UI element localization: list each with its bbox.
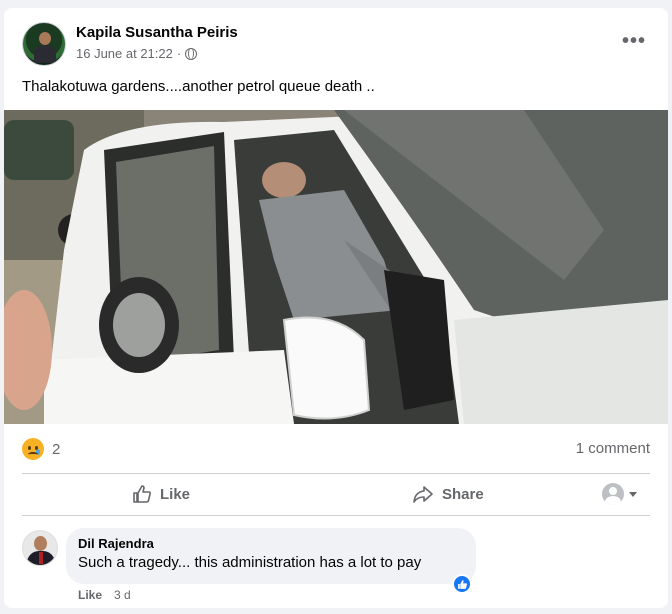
thumbs-up-icon bbox=[133, 485, 151, 503]
author-name[interactable]: Kapila Susantha Peiris bbox=[76, 24, 238, 41]
post-meta: 16 June at 21:22 · bbox=[76, 46, 198, 61]
commenter-avatar[interactable] bbox=[22, 530, 58, 566]
comment-meta: Like 3 d bbox=[78, 588, 131, 602]
divider bbox=[22, 515, 650, 516]
share-button[interactable]: Share bbox=[412, 474, 484, 514]
post-card: Kapila Susantha Peiris 16 June at 21:22 … bbox=[4, 8, 668, 608]
author-avatar[interactable] bbox=[22, 22, 66, 66]
reactions-summary[interactable]: 2 bbox=[22, 438, 60, 460]
reaction-count: 2 bbox=[52, 440, 61, 458]
share-icon bbox=[413, 486, 433, 503]
comment-like-link[interactable]: Like bbox=[78, 588, 102, 602]
chevron-down-icon bbox=[629, 491, 637, 497]
profile-avatar-icon bbox=[602, 483, 624, 505]
comment-text: Such a tragedy... this administration ha… bbox=[78, 554, 422, 571]
like-reaction-icon[interactable] bbox=[452, 574, 472, 594]
comment-count[interactable]: 1 comment bbox=[576, 440, 650, 457]
like-label: Like bbox=[160, 485, 191, 503]
comment-time[interactable]: 3 d bbox=[114, 588, 131, 602]
globe-icon bbox=[185, 47, 198, 60]
post-text: Thalakotuwa gardens....another petrol qu… bbox=[22, 78, 375, 95]
audience-selector[interactable] bbox=[602, 474, 637, 514]
post-timestamp[interactable]: 16 June at 21:22 bbox=[76, 46, 173, 61]
comment-bubble: Dil Rajendra Such a tragedy... this admi… bbox=[66, 528, 476, 584]
sad-reaction-icon bbox=[22, 438, 44, 460]
more-options-icon[interactable]: ••• bbox=[622, 30, 646, 53]
post-actions: Like Share bbox=[22, 474, 650, 514]
commenter-name[interactable]: Dil Rajendra bbox=[78, 536, 464, 551]
share-label: Share bbox=[442, 485, 484, 503]
post-photo[interactable] bbox=[4, 110, 668, 424]
like-button[interactable]: Like bbox=[132, 474, 190, 514]
